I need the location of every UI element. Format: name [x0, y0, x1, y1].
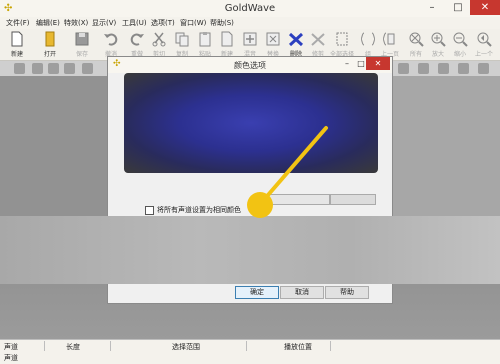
ok-button[interactable]: 确定 — [235, 286, 279, 299]
effect-tool[interactable] — [458, 63, 469, 74]
effect-tool[interactable] — [478, 63, 489, 74]
effect-tool[interactable] — [48, 63, 59, 74]
group-icon — [360, 32, 376, 46]
menu-help[interactable]: 帮助(S) — [210, 17, 234, 29]
same-color-label: 将所有声道设置为相同颜色 — [157, 206, 241, 214]
status-header-channel: 声道 — [4, 343, 18, 351]
toolbar-new-button[interactable]: 新建 — [5, 31, 29, 59]
status-separator — [246, 341, 247, 351]
open-icon — [45, 31, 55, 47]
toolbar-select-all-button[interactable]: 全部选择 — [330, 31, 354, 59]
effect-tool[interactable] — [418, 63, 429, 74]
toolbar-zoom-prev-button[interactable]: 上一个 — [472, 31, 496, 59]
color-preview[interactable] — [124, 73, 378, 173]
paste-icon — [199, 32, 211, 47]
save-icon — [75, 32, 89, 46]
select-all-icon — [336, 32, 348, 46]
toolbar-save-button[interactable]: 保存 — [70, 31, 94, 59]
effect-tool[interactable] — [438, 63, 449, 74]
menu-bar: 文件(F) 编辑(E) 特效(X) 显示(V) 工具(U) 选项(T) 窗口(W… — [0, 17, 500, 29]
status-header-position: 播放位置 — [284, 343, 312, 351]
menu-tools[interactable]: 工具(U) — [122, 17, 147, 29]
toolbar-undo-button[interactable]: 撤消 — [99, 31, 123, 59]
maximize-button[interactable]: □ — [446, 0, 470, 15]
trim-icon — [311, 33, 325, 46]
status-header-length: 长度 — [66, 343, 80, 351]
status-separator — [44, 341, 45, 351]
minimize-button[interactable]: – — [420, 0, 444, 15]
toolbar-open-button[interactable]: 打开 — [38, 31, 62, 59]
effect-tool[interactable] — [82, 63, 93, 74]
status-bar: 声道 长度 选择范围 播放位置 声道 — [0, 339, 500, 364]
toolbar-prev-page-button[interactable]: 上一页 — [378, 31, 402, 59]
title-bar: ✣ GoldWave – □ ✕ — [0, 0, 500, 17]
blurred-region — [0, 216, 500, 284]
effect-tool[interactable] — [14, 63, 25, 74]
effect-tool[interactable] — [64, 63, 75, 74]
menu-file[interactable]: 文件(F) — [6, 17, 30, 29]
paste-new-icon — [221, 31, 233, 47]
redo-icon — [130, 33, 144, 46]
prev-page-icon — [382, 32, 395, 46]
menu-edit[interactable]: 编辑(E) — [36, 17, 60, 29]
dialog-close-button[interactable]: ✕ — [366, 57, 390, 70]
menu-options[interactable]: 选项(T) — [151, 17, 175, 29]
dialog-title-bar[interactable]: ✣ 颜色选项 – □ ✕ — [108, 57, 392, 73]
status-header-selection: 选择范围 — [172, 343, 200, 351]
color-swatch-field[interactable] — [330, 194, 376, 205]
replace-icon — [266, 32, 280, 46]
new-file-icon — [11, 31, 23, 47]
zoom-all-icon — [409, 32, 424, 47]
blurred-region — [0, 76, 120, 216]
zoom-out-icon — [453, 32, 468, 47]
cut-icon — [152, 32, 166, 47]
status-separator — [110, 341, 111, 351]
zoom-in-icon — [431, 32, 446, 47]
menu-view[interactable]: 显示(V) — [92, 17, 116, 29]
status-separator — [330, 341, 331, 351]
close-button[interactable]: ✕ — [470, 0, 500, 15]
menu-window[interactable]: 窗口(W) — [180, 17, 206, 29]
same-color-checkbox[interactable] — [145, 206, 154, 215]
color-swatch-field[interactable] — [264, 194, 330, 205]
delete-icon — [288, 32, 304, 47]
blurred-region — [390, 76, 500, 216]
effect-tool[interactable] — [32, 63, 43, 74]
cancel-button[interactable]: 取消 — [280, 286, 324, 299]
status-channel-value: 声道 — [4, 354, 18, 362]
undo-icon — [104, 33, 118, 46]
mix-icon — [243, 32, 257, 46]
effect-tool[interactable] — [398, 63, 409, 74]
help-button[interactable]: 帮助 — [325, 286, 369, 299]
menu-effects[interactable]: 特效(X) — [64, 17, 88, 29]
copy-icon — [175, 32, 189, 47]
zoom-prev-icon — [477, 32, 492, 47]
